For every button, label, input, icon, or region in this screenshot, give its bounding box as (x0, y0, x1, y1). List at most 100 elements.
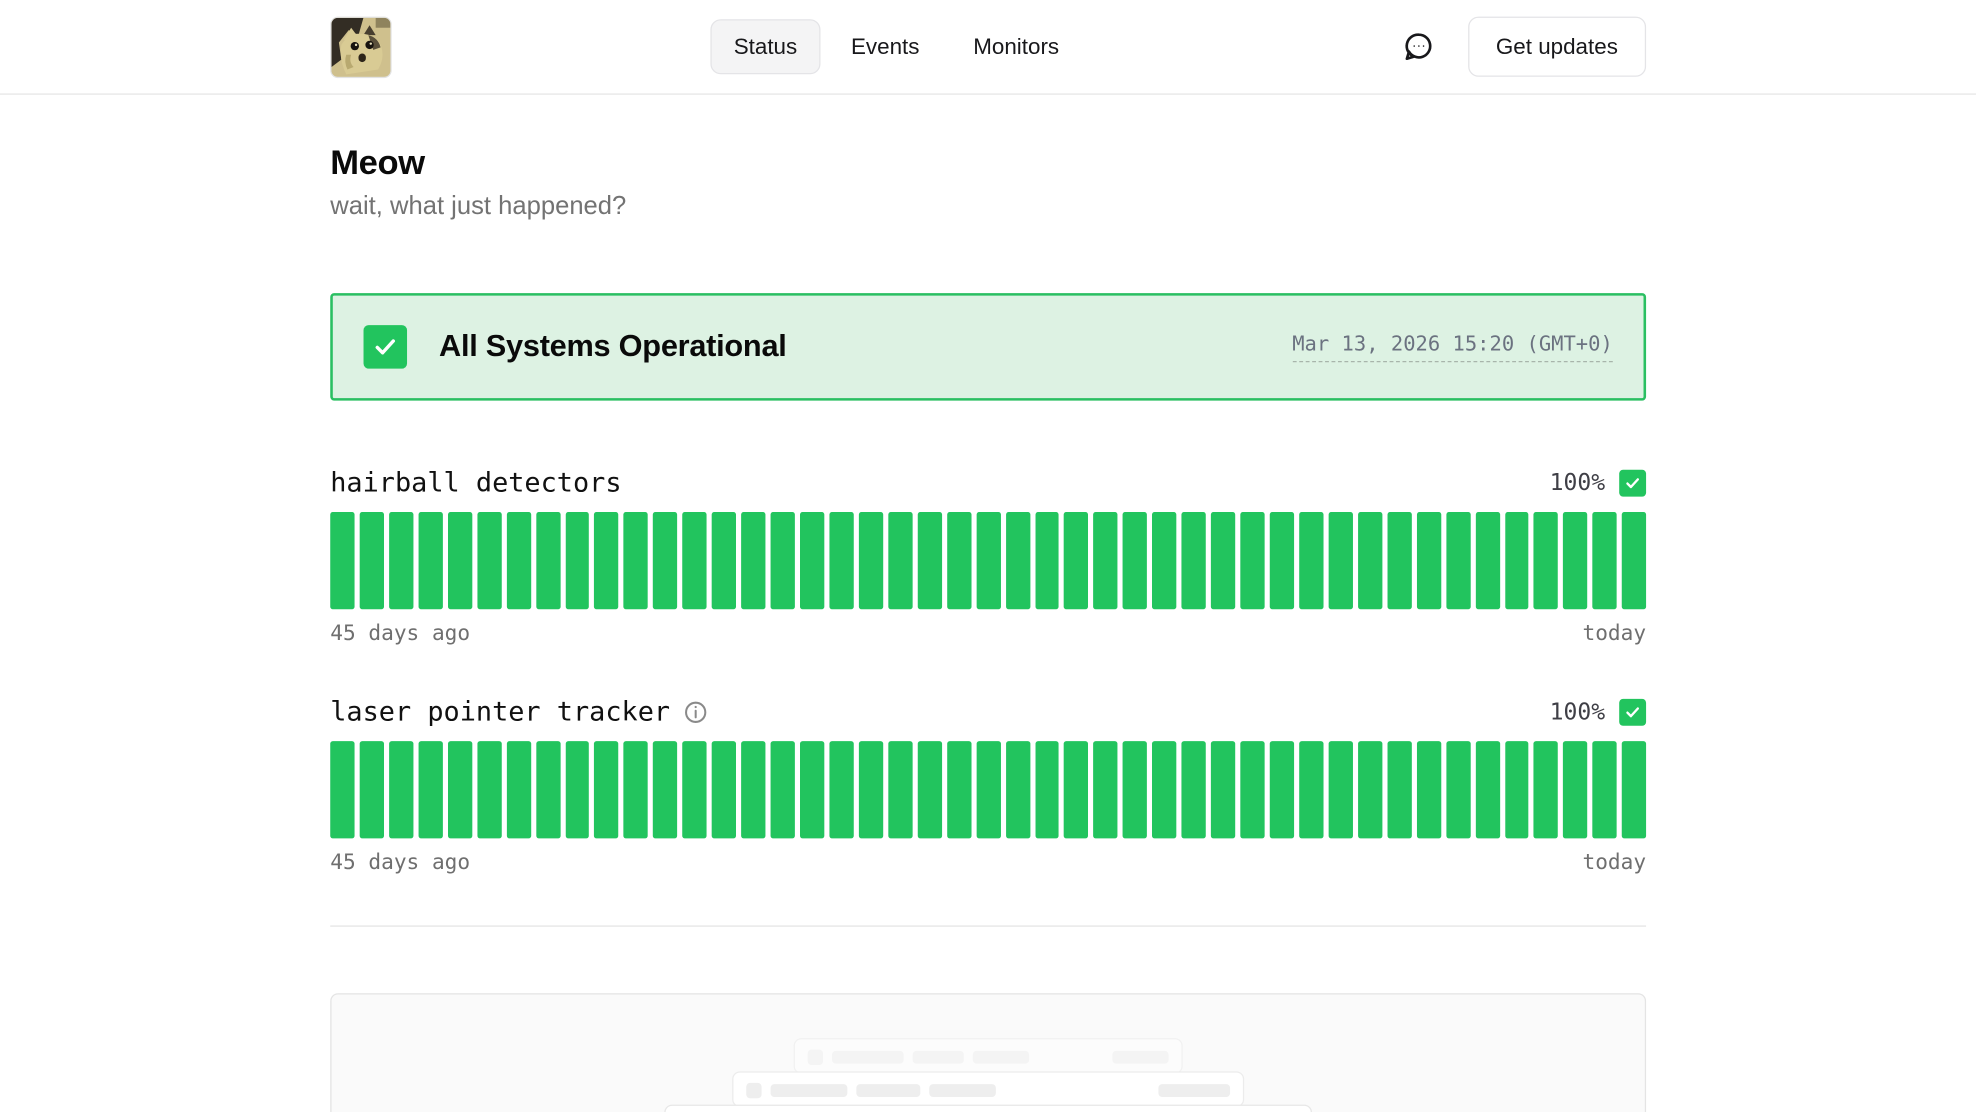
uptime-bar[interactable] (1240, 512, 1264, 609)
uptime-bar[interactable] (1475, 512, 1499, 609)
uptime-bar[interactable] (888, 512, 912, 609)
uptime-bar[interactable] (683, 741, 707, 838)
uptime-bar[interactable] (1387, 741, 1411, 838)
uptime-bar[interactable] (829, 741, 853, 838)
uptime-bar[interactable] (683, 512, 707, 609)
uptime-bar[interactable] (888, 741, 912, 838)
uptime-bar[interactable] (741, 512, 765, 609)
uptime-bar[interactable] (389, 741, 413, 838)
uptime-bar[interactable] (1446, 741, 1470, 838)
uptime-bar[interactable] (1123, 741, 1147, 838)
uptime-bar[interactable] (800, 741, 824, 838)
uptime-bar[interactable] (1593, 512, 1617, 609)
uptime-bar[interactable] (1505, 741, 1529, 838)
uptime-bar[interactable] (1593, 741, 1617, 838)
uptime-bar[interactable] (1446, 512, 1470, 609)
uptime-bar[interactable] (1270, 741, 1294, 838)
uptime-bar[interactable] (565, 512, 589, 609)
uptime-bar[interactable] (506, 741, 530, 838)
get-updates-button[interactable]: Get updates (1468, 17, 1646, 77)
uptime-bar[interactable] (1299, 741, 1323, 838)
uptime-bar[interactable] (1064, 741, 1088, 838)
uptime-bar[interactable] (1417, 741, 1441, 838)
uptime-bar[interactable] (536, 512, 560, 609)
uptime-bar[interactable] (800, 512, 824, 609)
uptime-bar[interactable] (859, 512, 883, 609)
uptime-bar[interactable] (360, 512, 384, 609)
uptime-bar[interactable] (418, 741, 442, 838)
uptime-bar[interactable] (741, 741, 765, 838)
uptime-bar[interactable] (1328, 512, 1352, 609)
uptime-bar[interactable] (1152, 512, 1176, 609)
uptime-bar[interactable] (594, 512, 618, 609)
uptime-bar[interactable] (1563, 741, 1587, 838)
nav-tab-monitors[interactable]: Monitors (950, 19, 1082, 74)
uptime-bar[interactable] (1534, 512, 1558, 609)
uptime-bar[interactable] (1006, 741, 1030, 838)
uptime-bar[interactable] (624, 741, 648, 838)
nav-tab-events[interactable]: Events (828, 19, 943, 74)
uptime-bar[interactable] (1563, 512, 1587, 609)
status-banner-timestamp[interactable]: Mar 13, 2026 15:20 (GMT+0) (1292, 332, 1613, 363)
uptime-bar[interactable] (506, 512, 530, 609)
uptime-bar[interactable] (1328, 741, 1352, 838)
uptime-bar[interactable] (976, 741, 1000, 838)
uptime-bar[interactable] (859, 741, 883, 838)
uptime-bar[interactable] (1211, 512, 1235, 609)
uptime-bar[interactable] (1240, 741, 1264, 838)
uptime-bar[interactable] (418, 512, 442, 609)
uptime-bar[interactable] (1152, 741, 1176, 838)
uptime-bar[interactable] (1622, 512, 1646, 609)
uptime-bar[interactable] (1064, 512, 1088, 609)
uptime-bar[interactable] (1035, 741, 1059, 838)
uptime-bar[interactable] (1358, 512, 1382, 609)
uptime-bar[interactable] (829, 512, 853, 609)
uptime-bar[interactable] (1534, 741, 1558, 838)
uptime-bar[interactable] (565, 741, 589, 838)
uptime-bar[interactable] (712, 512, 736, 609)
uptime-bar[interactable] (477, 512, 501, 609)
uptime-bar[interactable] (917, 512, 941, 609)
uptime-bar[interactable] (653, 741, 677, 838)
site-logo-cat-image[interactable] (330, 16, 391, 77)
uptime-bar[interactable] (1182, 512, 1206, 609)
uptime-bar[interactable] (771, 512, 795, 609)
uptime-bar[interactable] (1270, 512, 1294, 609)
uptime-bar[interactable] (976, 512, 1000, 609)
uptime-bar[interactable] (947, 741, 971, 838)
uptime-bar[interactable] (1299, 512, 1323, 609)
uptime-bar[interactable] (594, 741, 618, 838)
uptime-bar[interactable] (477, 741, 501, 838)
uptime-bar[interactable] (448, 512, 472, 609)
uptime-bar[interactable] (1622, 741, 1646, 838)
uptime-bar[interactable] (389, 512, 413, 609)
uptime-bar[interactable] (1182, 741, 1206, 838)
uptime-tracker (330, 741, 1646, 838)
uptime-bar[interactable] (947, 512, 971, 609)
uptime-bar[interactable] (1006, 512, 1030, 609)
uptime-bar[interactable] (653, 512, 677, 609)
uptime-bar[interactable] (624, 512, 648, 609)
uptime-bar[interactable] (330, 512, 354, 609)
uptime-bar[interactable] (536, 741, 560, 838)
uptime-bar[interactable] (1417, 512, 1441, 609)
uptime-bar[interactable] (1123, 512, 1147, 609)
uptime-bar[interactable] (448, 741, 472, 838)
uptime-bar[interactable] (1094, 741, 1118, 838)
uptime-bar[interactable] (360, 741, 384, 838)
uptime-bar[interactable] (712, 741, 736, 838)
uptime-bar[interactable] (1035, 512, 1059, 609)
uptime-bar[interactable] (1094, 512, 1118, 609)
feedback-chat-button[interactable] (1401, 29, 1437, 65)
nav-tab-status[interactable]: Status (711, 19, 821, 74)
uptime-bar[interactable] (1358, 741, 1382, 838)
info-icon[interactable] (683, 700, 707, 724)
uptime-bar[interactable] (1387, 512, 1411, 609)
uptime-bar[interactable] (1505, 512, 1529, 609)
uptime-bar[interactable] (1475, 741, 1499, 838)
uptime-bar[interactable] (917, 741, 941, 838)
uptime-bar[interactable] (1211, 741, 1235, 838)
uptime-bar[interactable] (330, 741, 354, 838)
tracker-start-label: 45 days ago (330, 621, 470, 645)
uptime-bar[interactable] (771, 741, 795, 838)
